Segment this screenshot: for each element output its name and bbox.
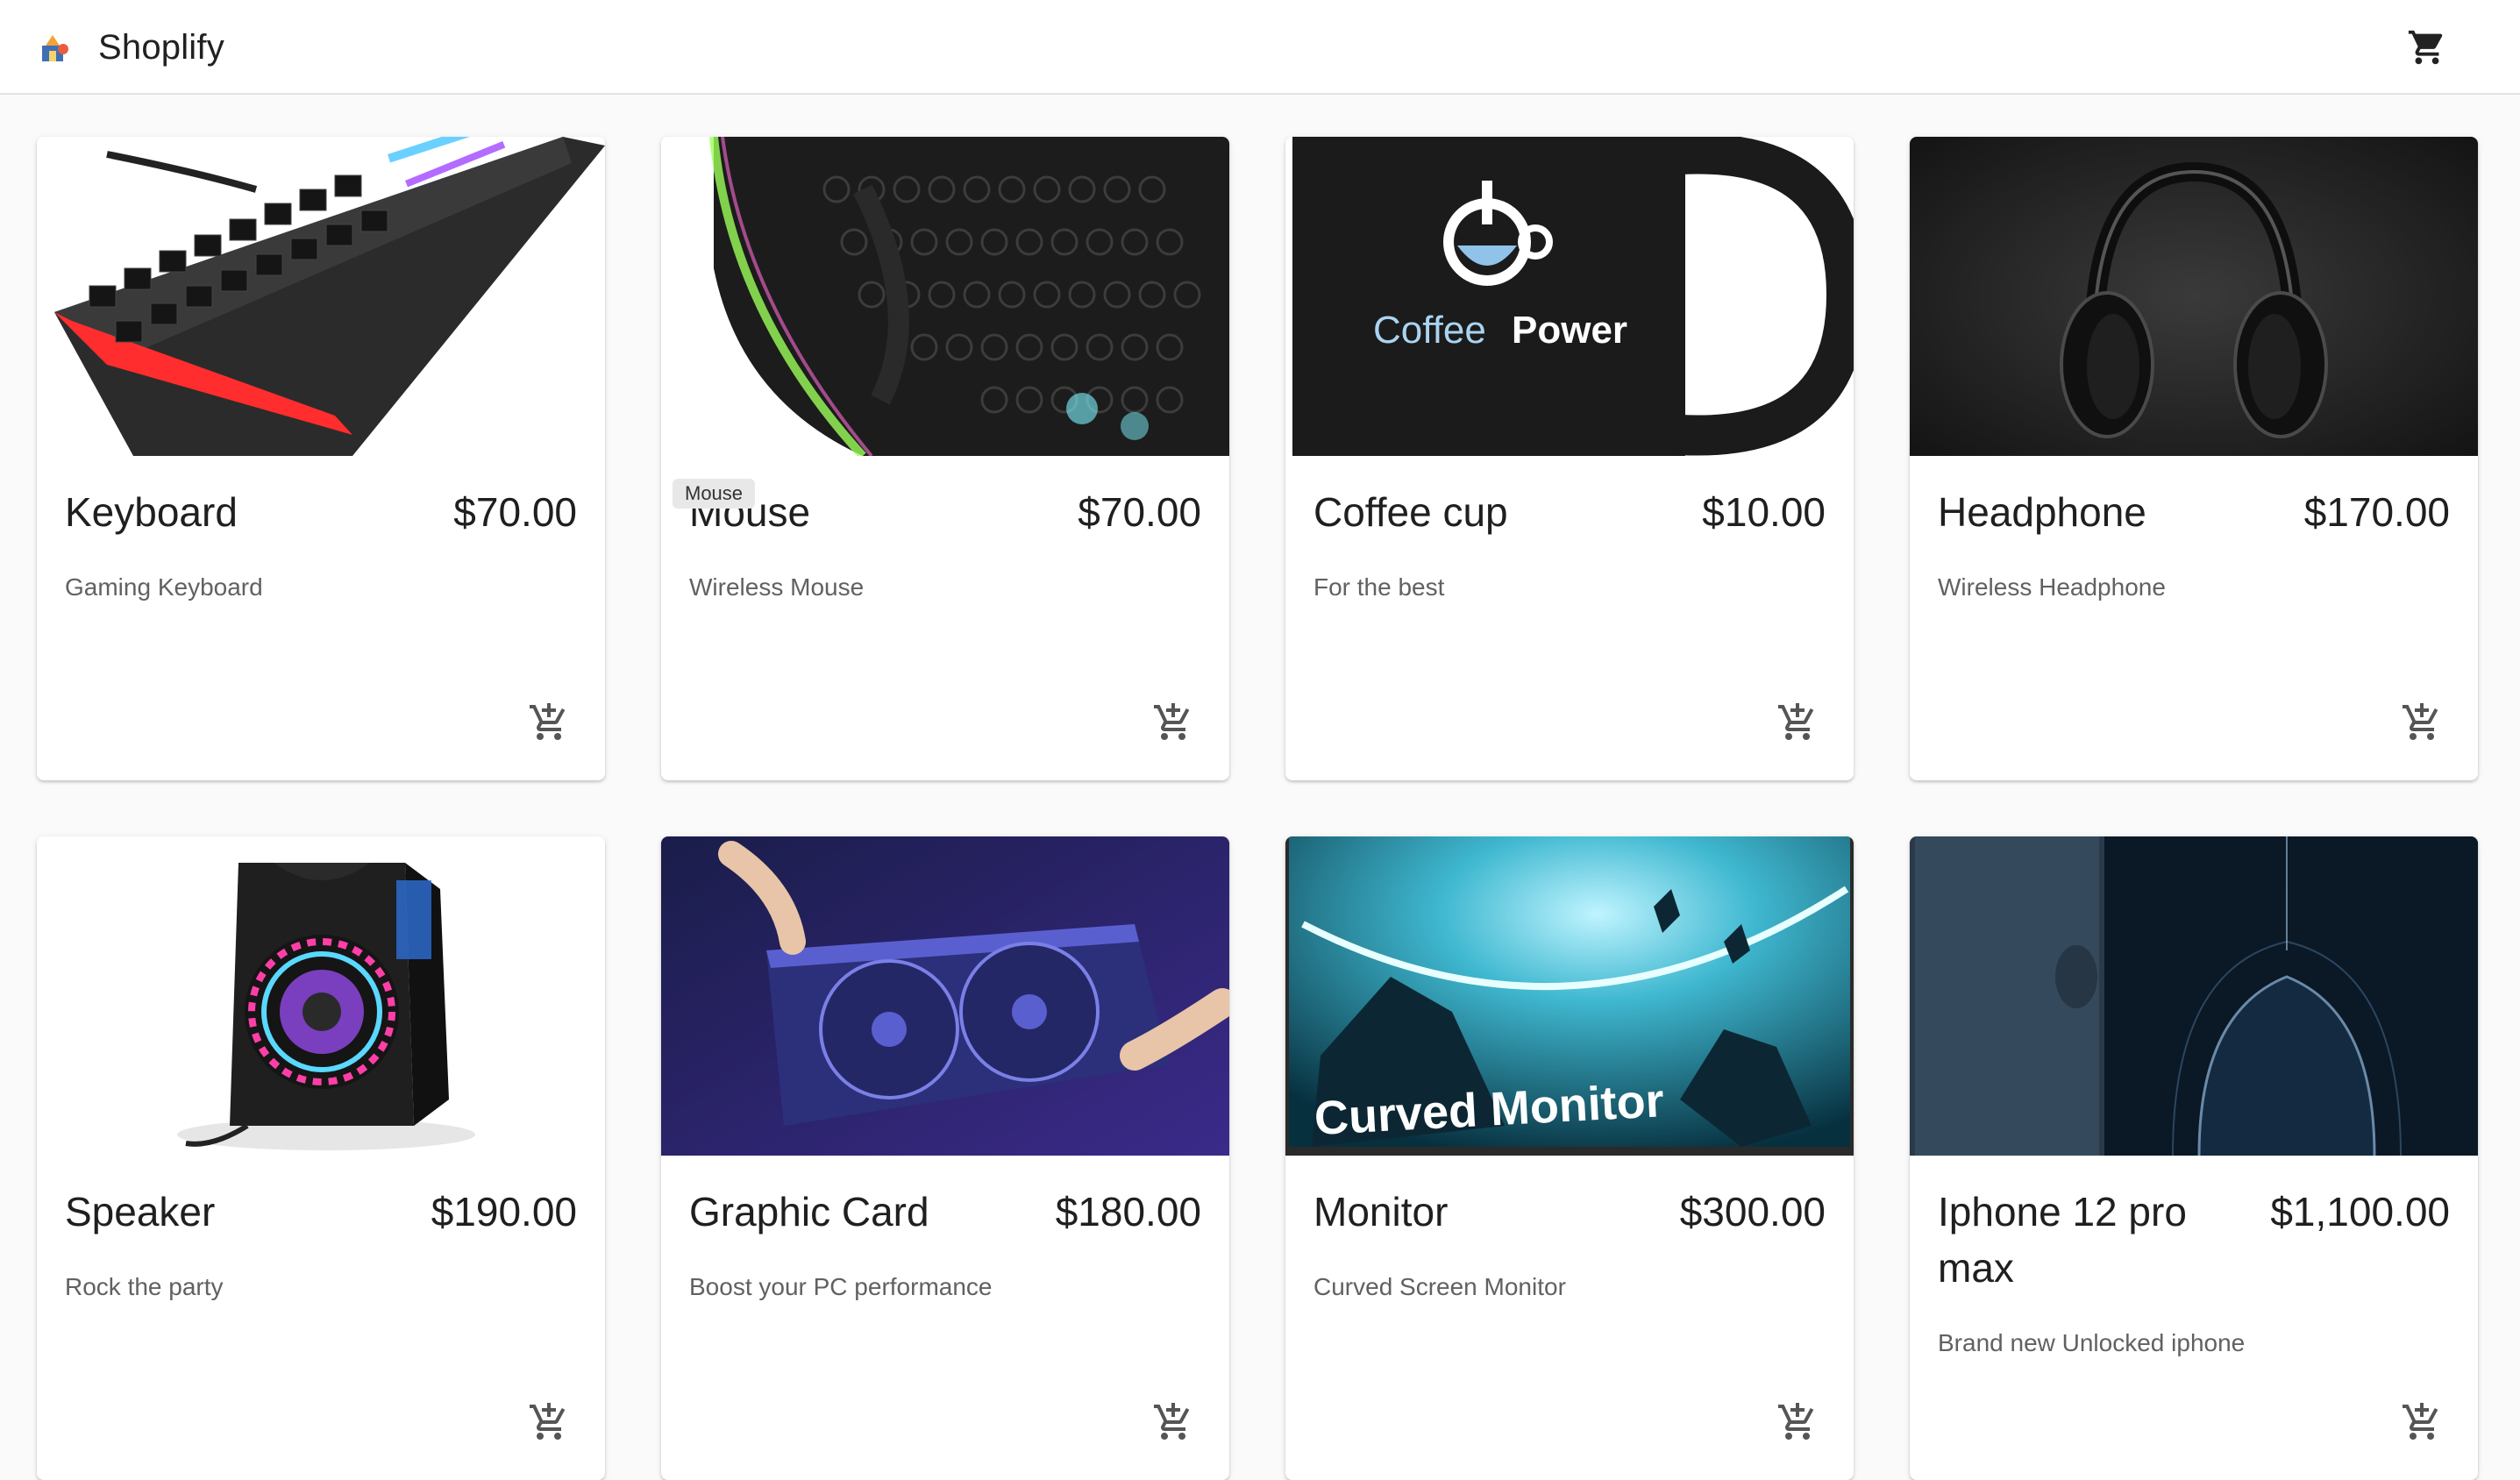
- add-to-cart-button[interactable]: [1147, 1396, 1199, 1448]
- product-description: Rock the party: [65, 1273, 224, 1300]
- product-image: [661, 836, 1229, 1156]
- add-shopping-cart-icon: [530, 1403, 566, 1440]
- product-price: $1,100.00: [2270, 1189, 2450, 1235]
- shopping-cart-icon: [2408, 30, 2443, 65]
- add-to-cart-button[interactable]: [1771, 696, 1824, 749]
- product-description: Brand new Unlocked iphone: [1938, 1329, 2246, 1356]
- coffee-cup-image: Coffee Power: [1285, 137, 1854, 456]
- product-image: [661, 137, 1229, 456]
- product-price: $190.00: [431, 1189, 577, 1235]
- product-card[interactable]: Headphone $170.00 Wireless Headphone: [1910, 137, 2478, 780]
- add-to-cart-button[interactable]: [2395, 696, 2448, 749]
- product-price: $180.00: [1055, 1189, 1201, 1235]
- app-bar: Shoplify: [0, 0, 2520, 95]
- speaker-image: [37, 836, 605, 1156]
- product-price: $70.00: [1078, 489, 1201, 535]
- product-image: [37, 137, 605, 456]
- add-shopping-cart-icon: [1778, 703, 1814, 740]
- product-card[interactable]: Mouse $70.00 Wireless Mouse: [661, 137, 1229, 780]
- add-to-cart-button[interactable]: [523, 696, 575, 749]
- product-card[interactable]: Curved Monitor Monitor $300.00 Curved Sc…: [1285, 836, 1854, 1480]
- product-price: $300.00: [1679, 1189, 1826, 1235]
- add-shopping-cart-icon: [530, 703, 566, 740]
- product-card[interactable]: Graphic Card $180.00 Boost your PC perfo…: [661, 836, 1229, 1480]
- add-to-cart-button[interactable]: [523, 1396, 575, 1448]
- mouse-image: [661, 137, 1229, 456]
- coffee-brand-text-a: Coffee: [1373, 309, 1486, 352]
- shop-logo-icon: [42, 35, 68, 61]
- add-shopping-cart-icon: [1154, 1403, 1190, 1440]
- product-description: For the best: [1313, 573, 1445, 601]
- product-description: Curved Screen Monitor: [1313, 1273, 1566, 1300]
- product-card[interactable]: Keyboard $70.00 Gaming Keyboard: [37, 137, 605, 780]
- product-image: [1910, 836, 2478, 1156]
- product-card[interactable]: Coffee Power Coffee cup $10.00 For the b…: [1285, 137, 1854, 780]
- monitor-image: Curved Monitor: [1285, 836, 1854, 1156]
- product-price: $170.00: [2303, 489, 2450, 535]
- product-card[interactable]: Speaker $190.00 Rock the party: [37, 836, 605, 1480]
- add-to-cart-button[interactable]: [2395, 1396, 2448, 1448]
- add-to-cart-button[interactable]: [1771, 1396, 1824, 1448]
- brand[interactable]: Shoplify: [37, 16, 224, 79]
- iphone-image: [1910, 836, 2478, 1156]
- keyboard-image: [37, 137, 605, 456]
- graphic-card-image: [661, 836, 1229, 1156]
- product-image: Coffee Power: [1285, 137, 1854, 456]
- product-description: Wireless Headphone: [1938, 573, 2166, 601]
- product-image: [1910, 137, 2478, 456]
- coffee-brand-text-b: Power: [1512, 309, 1627, 352]
- product-name: Keyboard: [65, 489, 238, 535]
- product-price: $70.00: [453, 489, 577, 535]
- tooltip: Mouse: [673, 479, 756, 509]
- product-grid: Keyboard $70.00 Gaming Keyboard Mouse $7…: [37, 137, 2478, 1480]
- product-name: Monitor: [1313, 1189, 1449, 1235]
- add-shopping-cart-icon: [2403, 1403, 2438, 1440]
- product-description: Gaming Keyboard: [65, 573, 263, 601]
- product-name: Coffee cup: [1313, 489, 1508, 535]
- add-shopping-cart-icon: [1778, 1403, 1814, 1440]
- product-name: Speaker: [65, 1189, 216, 1235]
- product-description: Wireless Mouse: [689, 573, 865, 601]
- cart-button[interactable]: [2395, 16, 2459, 79]
- product-card[interactable]: Iphone 12 pro max $1,100.00 Brand new Un…: [1910, 836, 2478, 1480]
- product-image: Curved Monitor: [1285, 836, 1854, 1156]
- product-name: Iphone 12 pro max: [1938, 1189, 2187, 1291]
- product-description: Boost your PC performance: [689, 1273, 993, 1300]
- add-shopping-cart-icon: [2403, 703, 2438, 740]
- headphone-image: [1910, 137, 2478, 456]
- app-title: Shoplify: [98, 27, 224, 67]
- add-shopping-cart-icon: [1154, 703, 1190, 740]
- product-name: Headphone: [1938, 489, 2146, 535]
- product-price: $10.00: [1702, 489, 1826, 535]
- product-image: [37, 836, 605, 1156]
- product-name: Graphic Card: [689, 1189, 929, 1235]
- add-to-cart-button[interactable]: [1147, 696, 1199, 749]
